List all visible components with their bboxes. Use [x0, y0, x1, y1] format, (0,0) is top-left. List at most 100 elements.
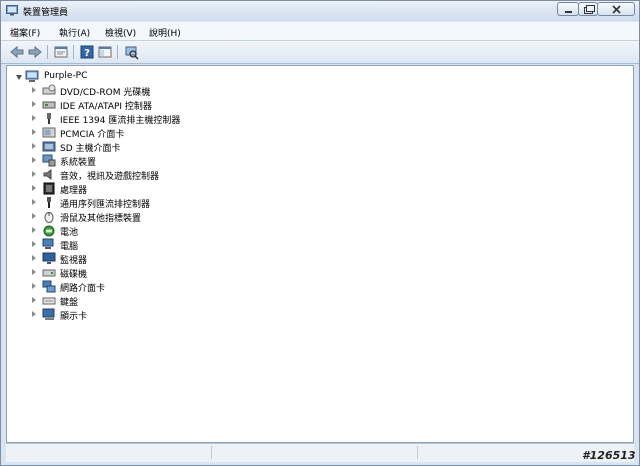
tree-item[interactable]: IDE ATA/ATAPI 控制器	[29, 98, 329, 112]
menu-help[interactable]: 說明(H)	[149, 26, 181, 39]
help-icon[interactable]: ?	[79, 44, 95, 60]
tree-item-label: 電池	[60, 228, 79, 238]
menu-bar: 檔案(F) 執行(A) 檢視(V) 說明(H)	[1, 22, 639, 41]
properties-icon[interactable]	[53, 44, 69, 60]
display-adapter-icon	[42, 308, 55, 320]
minimize-button[interactable]	[557, 2, 579, 16]
keyboard-icon	[42, 297, 56, 305]
tree-item[interactable]: 電腦	[29, 238, 329, 252]
dvd-drive-icon	[42, 84, 56, 95]
forward-icon[interactable]	[27, 44, 43, 60]
disk-drive-icon	[42, 269, 56, 277]
tree-item-label: 滑鼠及其他指標裝置	[60, 214, 142, 224]
expand-arrow-icon[interactable]	[32, 227, 36, 233]
window-title: 裝置管理員	[23, 8, 69, 18]
device-tree[interactable]: Purple-PC DVD/CD-ROM 光碟機 IDE ATA/ATAPI 控…	[6, 65, 634, 443]
tree-item-label: 網路介面卡	[60, 284, 106, 294]
expand-arrow-icon[interactable]	[32, 255, 36, 261]
tree-item[interactable]: 音效，視訊及遊戲控制器	[29, 168, 329, 182]
expand-arrow-icon[interactable]	[32, 143, 36, 149]
tree-item-label: IDE ATA/ATAPI 控制器	[60, 102, 152, 112]
tree-item-label: 磁碟機	[60, 270, 88, 280]
usb-icon	[47, 197, 51, 208]
svg-text:?: ?	[84, 48, 90, 59]
device-manager-window: 裝置管理員 檔案(F) 執行(A) 檢視(V) 說明(H) ? Purple-P…	[0, 0, 640, 466]
tree-item[interactable]: 監視器	[29, 252, 329, 266]
toolbar-separator	[73, 45, 74, 59]
tree-root[interactable]: Purple-PC	[13, 70, 213, 84]
battery-icon	[43, 225, 55, 237]
minimize-icon	[565, 11, 572, 13]
expand-arrow-icon[interactable]	[16, 75, 22, 80]
computer-icon	[25, 70, 39, 82]
tree-item-label: SD 主機介面卡	[60, 144, 121, 154]
status-cell	[6, 446, 212, 459]
tree-item[interactable]: PCMCIA 介面卡	[29, 126, 329, 140]
tree-item[interactable]: 顯示卡	[29, 308, 329, 322]
expand-arrow-icon[interactable]	[32, 129, 36, 135]
tree-item-label: 鍵盤	[60, 298, 79, 308]
monitor-icon	[42, 252, 56, 264]
tree-item[interactable]: IEEE 1394 匯流排主機控制器	[29, 112, 329, 126]
expand-arrow-icon[interactable]	[32, 269, 36, 275]
expand-arrow-icon[interactable]	[32, 213, 36, 219]
expand-arrow-icon[interactable]	[32, 101, 36, 107]
tree-item-label: 音效，視訊及遊戲控制器	[60, 172, 160, 182]
close-button[interactable]	[597, 2, 635, 16]
tree-item-label: 通用序列匯流排控制器	[60, 200, 151, 210]
expand-arrow-icon[interactable]	[32, 311, 36, 317]
expand-arrow-icon[interactable]	[32, 185, 36, 191]
tree-item-label: 監視器	[60, 256, 88, 266]
title-bar[interactable]: 裝置管理員	[1, 1, 639, 21]
back-icon[interactable]	[9, 44, 25, 60]
tree-item-label: 處理器	[60, 186, 88, 196]
expand-arrow-icon[interactable]	[32, 115, 36, 121]
expand-arrow-icon[interactable]	[32, 171, 36, 177]
system-device-icon	[42, 154, 56, 167]
status-bar	[6, 443, 634, 462]
device-manager-icon	[6, 5, 18, 16]
sd-host-icon	[42, 141, 56, 152]
tree-item-label: PCMCIA 介面卡	[60, 130, 125, 140]
tree-item[interactable]: 鍵盤	[29, 294, 329, 308]
expand-arrow-icon[interactable]	[32, 283, 36, 289]
tree-item[interactable]: 網路介面卡	[29, 280, 329, 294]
tree-item[interactable]: 系統裝置	[29, 154, 329, 168]
network-adapter-icon	[42, 280, 56, 293]
tree-item[interactable]: 處理器	[29, 182, 329, 196]
menu-view[interactable]: 檢視(V)	[105, 26, 136, 39]
tree-item[interactable]: DVD/CD-ROM 光碟機	[29, 84, 329, 98]
tree-item[interactable]: SD 主機介面卡	[29, 140, 329, 154]
console-tree-icon[interactable]	[97, 44, 113, 60]
tree-item-label: IEEE 1394 匯流排主機控制器	[60, 116, 181, 126]
status-cell	[212, 446, 418, 459]
computer-name: Purple-PC	[44, 71, 88, 81]
toolbar-separator	[47, 45, 48, 59]
expand-arrow-icon[interactable]	[32, 241, 36, 247]
tree-item[interactable]: 通用序列匯流排控制器	[29, 196, 329, 210]
tree-item-label: DVD/CD-ROM 光碟機	[60, 88, 151, 98]
close-icon	[612, 5, 621, 14]
expand-arrow-icon[interactable]	[32, 157, 36, 163]
menu-file[interactable]: 檔案(F)	[10, 26, 40, 39]
tree-item[interactable]: 電池	[29, 224, 329, 238]
expand-arrow-icon[interactable]	[32, 199, 36, 205]
expand-arrow-icon[interactable]	[32, 87, 36, 93]
menu-action[interactable]: 執行(A)	[59, 26, 90, 39]
tree-item[interactable]: 滑鼠及其他指標裝置	[29, 210, 329, 224]
toolbar: ?	[1, 41, 639, 64]
ieee1394-icon	[47, 113, 51, 124]
tree-item[interactable]: 磁碟機	[29, 266, 329, 280]
tree-item-label: 系統裝置	[60, 158, 97, 168]
processor-icon	[43, 182, 55, 195]
maximize-icon	[584, 5, 595, 14]
scan-hardware-icon[interactable]	[123, 44, 139, 60]
watermark: #126513	[582, 449, 636, 462]
pcmcia-icon	[42, 127, 56, 138]
mouse-icon	[44, 212, 54, 223]
tree-item-label: 電腦	[60, 242, 79, 252]
ide-controller-icon	[42, 101, 56, 109]
maximize-button[interactable]	[578, 2, 598, 16]
expand-arrow-icon[interactable]	[32, 297, 36, 303]
tree-item-label: 顯示卡	[60, 312, 88, 322]
